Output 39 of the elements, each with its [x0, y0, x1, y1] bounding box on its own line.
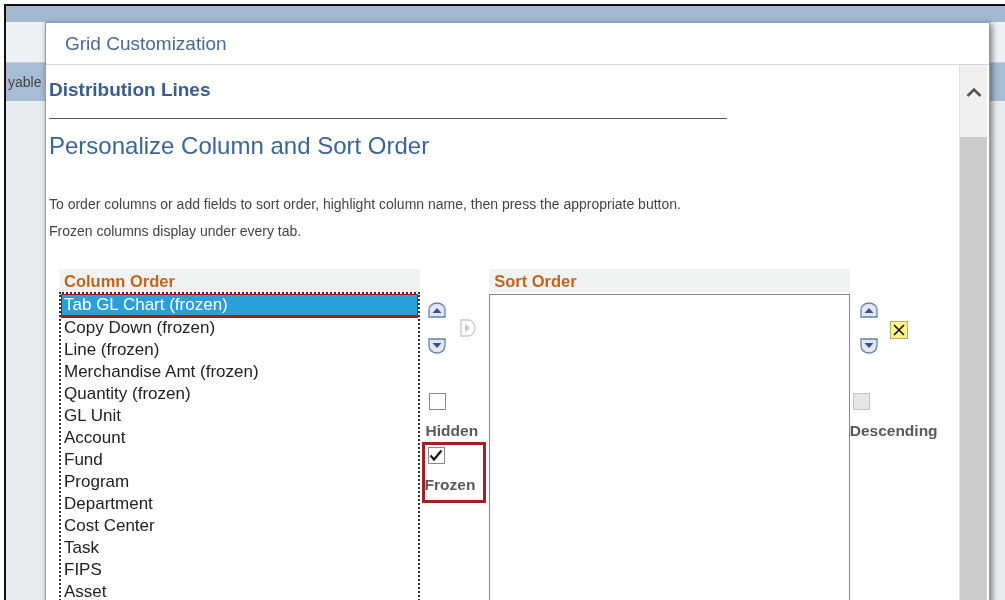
- remove-button[interactable]: [889, 321, 908, 339]
- list-header: Column Order: [59, 269, 420, 292]
- scrollbar[interactable]: [959, 65, 987, 600]
- list-item[interactable]: Task: [61, 537, 418, 559]
- move-down-button[interactable]: [427, 337, 446, 354]
- checkbox[interactable]: [428, 393, 446, 410]
- list-item[interactable]: Program: [61, 471, 418, 493]
- list-item[interactable]: Quantity (frozen): [61, 383, 418, 405]
- scroll-up-icon[interactable]: [965, 87, 982, 97]
- section-title: Distribution Lines: [49, 78, 212, 102]
- tab-label: yable: [7, 74, 42, 90]
- list-item[interactable]: Department: [61, 493, 418, 515]
- list-box[interactable]: Tab GL Chart (frozen) Copy Down (frozen) Line (frozen) Merchandise Amt (frozen) Quantity (frozen) GL Unit Account Fund Program Department Cost Center Task FIPS Asset: [59, 292, 420, 600]
- down-arrow-icon: [427, 337, 446, 354]
- page-heading: Personalize Column and Sort Order: [49, 132, 431, 160]
- list-item[interactable]: Cost Center: [61, 515, 418, 537]
- list-item[interactable]: GL Unit: [61, 405, 418, 427]
- down-arrow-icon: [859, 337, 878, 354]
- up-arrow-icon: [859, 302, 878, 319]
- list-item[interactable]: Fund: [61, 449, 418, 471]
- list-item[interactable]: Copy Down (frozen): [61, 317, 418, 339]
- list-item[interactable]: FIPS: [61, 559, 418, 581]
- list-item[interactable]: Merchandise Amt (frozen): [61, 361, 418, 383]
- checkbox[interactable]: [427, 447, 445, 464]
- up-arrow-icon: [427, 302, 446, 319]
- dialog-title: Grid Customization: [46, 23, 989, 65]
- checkbox-label: Descending: [849, 422, 938, 440]
- instructions: To order columns or add fields to sort order, highlight column name, then press the appropriate button. Frozen columns display under every tab.: [49, 195, 682, 241]
- list-item[interactable]: Account: [61, 427, 418, 449]
- right-arrow-icon: [459, 319, 476, 337]
- move-up-button[interactable]: [859, 302, 878, 319]
- move-up-button[interactable]: [427, 302, 446, 319]
- list-header: Sort Order: [489, 269, 850, 292]
- list-item[interactable]: Line (frozen): [61, 339, 418, 361]
- checkbox-label: Frozen: [424, 476, 476, 494]
- close-icon: [892, 324, 905, 336]
- move-down-button[interactable]: [859, 337, 878, 354]
- list-item[interactable]: Asset: [61, 581, 418, 600]
- checkbox-label: Hidden: [425, 422, 479, 440]
